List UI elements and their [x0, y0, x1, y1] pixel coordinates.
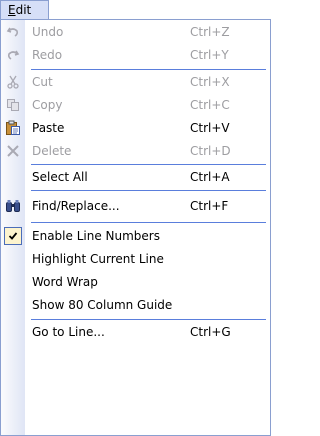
menu-separator [31, 164, 266, 165]
menu-separator [31, 69, 266, 70]
menu-item-label: Show 80 Column Guide [32, 298, 173, 312]
delete-x-icon [1, 140, 25, 162]
menu-item-redo[interactable]: Redo Ctrl+Y [1, 44, 270, 66]
menu-item-shortcut: Ctrl+V [190, 121, 230, 135]
menu-item-label: Copy [32, 98, 63, 112]
clipboard-paste-icon [1, 117, 25, 139]
menu-item-label: Go to Line... [32, 325, 105, 339]
menu-item-shortcut: Ctrl+A [190, 170, 230, 184]
menu-item-label: Enable Line Numbers [32, 229, 160, 243]
empty-icon-slot [1, 166, 25, 188]
menu-item-select-all[interactable]: Select All Ctrl+A [1, 166, 270, 188]
checkmark-icon [1, 225, 25, 247]
menu-item-label: Paste [32, 121, 65, 135]
menu-item-label: Cut [32, 75, 53, 89]
edit-menu-title[interactable]: Edit [0, 0, 49, 20]
menu-item-shortcut: Ctrl+G [190, 325, 231, 339]
menu-item-delete[interactable]: Delete Ctrl+D [1, 140, 270, 162]
undo-icon [1, 21, 25, 43]
binoculars-icon [1, 195, 25, 217]
empty-icon-slot [1, 248, 25, 270]
edit-title-rest: dit [15, 3, 32, 17]
menu-item-label: Find/Replace... [32, 199, 120, 213]
menu-item-label: Undo [32, 25, 64, 39]
menu-item-shortcut: Ctrl+F [190, 199, 229, 213]
copy-icon [1, 94, 25, 116]
menu-item-word-wrap[interactable]: Word Wrap [1, 271, 270, 293]
checked-box [4, 227, 22, 245]
menu-item-undo[interactable]: Undo Ctrl+Z [1, 21, 270, 43]
menu-item-shortcut: Ctrl+Z [190, 25, 230, 39]
menu-separator [31, 319, 266, 320]
edit-dropdown-menu: Undo Ctrl+Z Redo Ctrl+Y Cut Ctrl+X Copy … [0, 19, 271, 436]
menu-item-label: Delete [32, 144, 72, 158]
menu-item-label: Highlight Current Line [32, 252, 164, 266]
empty-icon-slot [1, 321, 25, 343]
empty-icon-slot [1, 294, 25, 316]
menu-item-cut[interactable]: Cut Ctrl+X [1, 71, 270, 93]
menu-item-find-replace[interactable]: Find/Replace... Ctrl+F [1, 195, 270, 217]
scissors-icon [1, 71, 25, 93]
menu-item-go-to-line[interactable]: Go to Line... Ctrl+G [1, 321, 270, 343]
empty-icon-slot [1, 271, 25, 293]
menu-item-label: Redo [32, 48, 63, 62]
menu-item-highlight-current-line[interactable]: Highlight Current Line [1, 248, 270, 270]
menu-item-label: Word Wrap [32, 275, 98, 289]
menu-item-shortcut: Ctrl+D [190, 144, 231, 158]
menu-item-show-80-column-guide[interactable]: Show 80 Column Guide [1, 294, 270, 316]
menu-separator [31, 222, 266, 223]
menu-separator [31, 190, 266, 191]
menu-item-label: Select All [32, 170, 88, 184]
menu-item-paste[interactable]: Paste Ctrl+V [1, 117, 270, 139]
menu-item-shortcut: Ctrl+X [190, 75, 230, 89]
menu-item-shortcut: Ctrl+C [190, 98, 230, 112]
redo-icon [1, 44, 25, 66]
menu-item-enable-line-numbers[interactable]: Enable Line Numbers [1, 225, 270, 247]
menu-item-copy[interactable]: Copy Ctrl+C [1, 94, 270, 116]
edit-mnemonic: E [8, 3, 16, 17]
menu-bar: Edit [0, 0, 271, 20]
menu-item-shortcut: Ctrl+Y [190, 48, 229, 62]
